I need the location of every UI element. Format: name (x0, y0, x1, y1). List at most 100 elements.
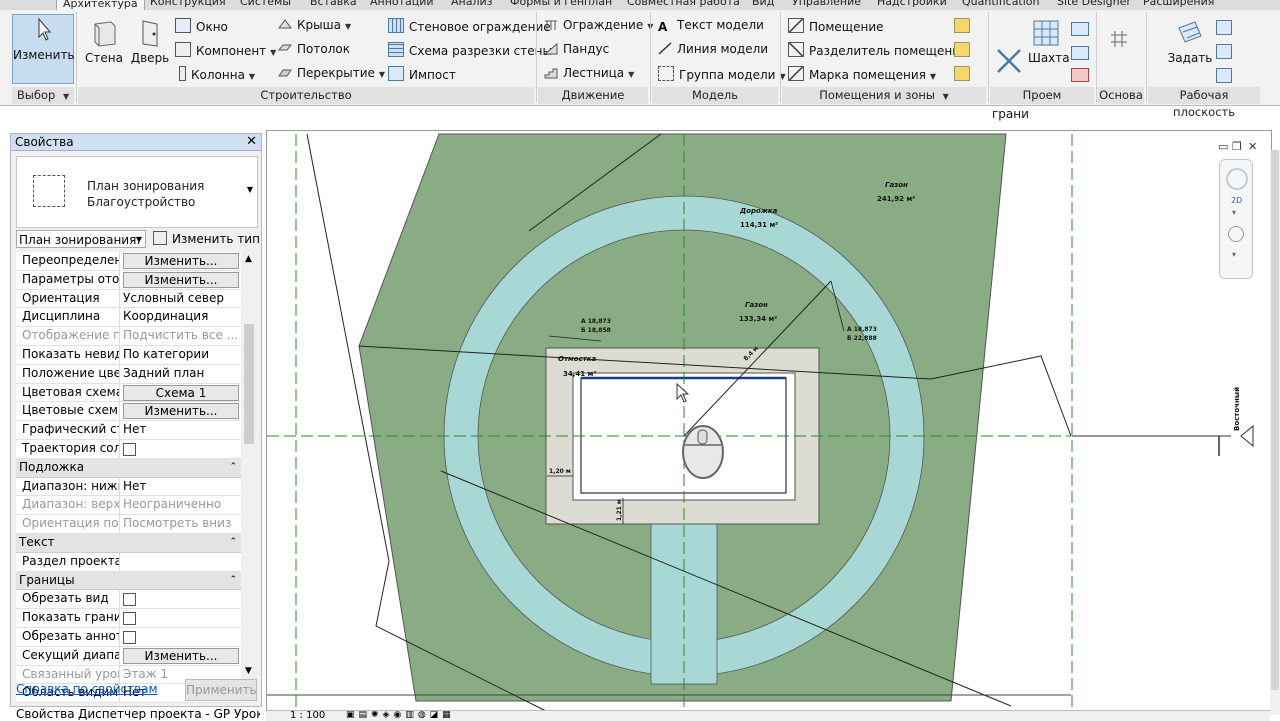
scroll-down-icon[interactable]: ▼ (245, 666, 252, 676)
view-scrollbar[interactable] (1270, 150, 1280, 715)
instance-selector[interactable]: План зонирования: :▼ (16, 230, 146, 265)
curtain-grid-button[interactable]: Схема разрезки стены (388, 42, 552, 58)
scroll-thumb[interactable] (244, 324, 254, 444)
scroll-thumb[interactable] (1271, 150, 1279, 690)
property-checkbox[interactable] (123, 612, 136, 626)
minimize-icon[interactable]: ▭ (1218, 140, 1228, 153)
property-row[interactable]: Положение цве...Задний план (16, 364, 241, 384)
property-value[interactable]: Координация (120, 308, 241, 326)
property-value[interactable]: По категории (120, 346, 241, 364)
wall-opening-icon[interactable] (1071, 22, 1089, 36)
roof-button[interactable]: Крыша ▼ (278, 18, 351, 32)
tab-systems[interactable]: Системы (240, 0, 291, 8)
property-value[interactable]: Изменить... (120, 271, 241, 289)
zoom-icon[interactable] (1228, 226, 1244, 242)
property-value[interactable] (120, 609, 241, 627)
mullion-button[interactable]: Импост (388, 66, 456, 82)
property-value[interactable] (120, 590, 241, 608)
property-edit-button[interactable]: Схема 1 (123, 384, 239, 401)
property-row[interactable]: Параметры ото... Изменить... (16, 270, 241, 290)
property-row[interactable]: Графический ст...Нет (16, 421, 241, 440)
property-value[interactable]: Задний план (120, 365, 241, 383)
property-row[interactable]: Переопределен...Изменить... (16, 252, 241, 271)
model-line-button[interactable]: Линия модели (658, 42, 768, 56)
property-value[interactable]: Подчистить все ... (120, 327, 241, 345)
edit-type-button[interactable]: Изменить тип (153, 230, 260, 248)
properties-help-link[interactable]: Справка по свойствам (16, 682, 158, 696)
tab-extensions[interactable]: Расширения (1143, 0, 1214, 8)
close-icon[interactable]: ✕ (1248, 140, 1257, 153)
viewer-icon[interactable] (1216, 68, 1232, 83)
model-group-button[interactable]: Группа модели ▼ (658, 66, 786, 82)
wall-button[interactable]: Стена (84, 18, 124, 65)
ref-plane-icon[interactable] (1216, 44, 1232, 59)
property-row[interactable]: Дисциплина Координация (16, 308, 241, 328)
property-checkbox[interactable] (123, 442, 136, 456)
area-boundary-icon[interactable] (954, 42, 970, 57)
property-row[interactable]: Диапазон: нижн...Нет (16, 477, 241, 497)
chevron-down-icon[interactable]: ▾ (1232, 208, 1236, 217)
close-icon[interactable]: ✕ (246, 134, 257, 150)
property-value[interactable]: Условный север (120, 290, 241, 308)
area-tag-icon[interactable] (954, 66, 970, 81)
property-row[interactable]: Цветовые схем... Изменить... (16, 402, 241, 422)
apply-button[interactable]: Применить (185, 679, 257, 701)
view-control-icons[interactable]: ▣▤✺◈◉▥◍◪▦ (346, 711, 455, 720)
railing-button[interactable]: Ограждение▼ (544, 18, 653, 32)
property-row[interactable]: Диапазон: верхн...Неограниченно (16, 496, 241, 516)
drawing-view[interactable]: Газон 241,92 м² Дорожка 114,31 м² Газон … (266, 130, 1272, 715)
column-button[interactable]: Колонна ▼ (175, 66, 255, 82)
property-row[interactable]: Показать грани... (16, 609, 241, 628)
property-value[interactable]: Нет (120, 421, 241, 439)
property-value[interactable]: Посмотреть вниз (120, 515, 241, 533)
room-separator-button[interactable]: Разделитель помещений (788, 42, 968, 58)
property-value[interactable]: Схема 1 (120, 384, 241, 402)
component-button[interactable]: Компонент ▼ (175, 42, 276, 58)
property-edit-button[interactable]: Изменить... (123, 271, 239, 288)
stair-button[interactable]: Лестница ▼ (544, 66, 634, 80)
property-edit-button[interactable]: Изменить... (123, 253, 239, 269)
tab-structure[interactable]: Конструкция (150, 0, 226, 8)
property-value[interactable] (120, 553, 241, 571)
scroll-up-icon[interactable]: ▲ (245, 254, 252, 264)
tab-annotate[interactable]: Аннотации (370, 0, 434, 8)
tab-massing-site[interactable]: Формы и генплан (510, 0, 612, 8)
area-icon[interactable] (954, 18, 970, 33)
door-button[interactable]: Дверь (130, 18, 170, 65)
property-value[interactable]: Изменить... (120, 252, 241, 270)
property-value[interactable] (120, 440, 241, 458)
tab-site-designer[interactable]: Site Designer (1057, 0, 1131, 8)
type-selector[interactable]: План зонирования Благоустройство ▼ (16, 156, 258, 228)
property-value[interactable]: Неограниченно (120, 496, 241, 514)
property-edit-button[interactable]: Изменить... (123, 403, 239, 420)
property-row[interactable]: Секущий диапа...Изменить... (16, 646, 241, 666)
window-button[interactable]: Окно (175, 18, 228, 34)
property-value[interactable]: Нет (120, 478, 241, 496)
model-text-button[interactable]: A Текст модели (658, 18, 764, 34)
tab-quantification[interactable]: Quantification (962, 0, 1040, 8)
panel-select[interactable]: Выбор ▼ (12, 87, 74, 104)
room-button[interactable]: Помещение (788, 18, 884, 34)
chevron-down-icon[interactable]: ▾ (1232, 250, 1236, 259)
room-tag-button[interactable]: Марка помещения ▼ (788, 66, 936, 82)
property-row[interactable]: Ориентация под...Посмотреть вниз (16, 515, 241, 534)
property-row[interactable]: Раздел проекта (16, 552, 241, 572)
by-face-button[interactable]: По грани (992, 18, 1029, 135)
property-row[interactable]: Обрезать аннот... (16, 627, 241, 647)
set-workplane-button[interactable]: Задать (1165, 18, 1215, 65)
property-row[interactable]: Цветовая схема Схема 1 (16, 383, 241, 403)
tab-manage[interactable]: Управление (792, 0, 861, 8)
shaft-button[interactable]: Шахта (1028, 18, 1070, 65)
properties-scrollbar[interactable]: ▲ ▼ (242, 252, 256, 678)
show-workplane-icon[interactable] (1216, 20, 1232, 35)
panel-room-area[interactable]: Помещения и зоны ▼ (782, 87, 986, 104)
property-group[interactable]: Подложка ⌃ (16, 458, 241, 478)
tab-analyze[interactable]: Анализ (451, 0, 493, 8)
tab-properties[interactable]: Свойства (16, 707, 75, 720)
tab-insert[interactable]: Вставка (310, 0, 357, 8)
property-edit-button[interactable]: Изменить... (123, 647, 239, 664)
property-row[interactable]: Обрезать вид (16, 590, 241, 610)
ceiling-button[interactable]: Потолок (277, 42, 350, 56)
collapse-icon[interactable]: ⌃ (229, 459, 237, 476)
property-row[interactable]: Траектория сол... (16, 439, 241, 459)
